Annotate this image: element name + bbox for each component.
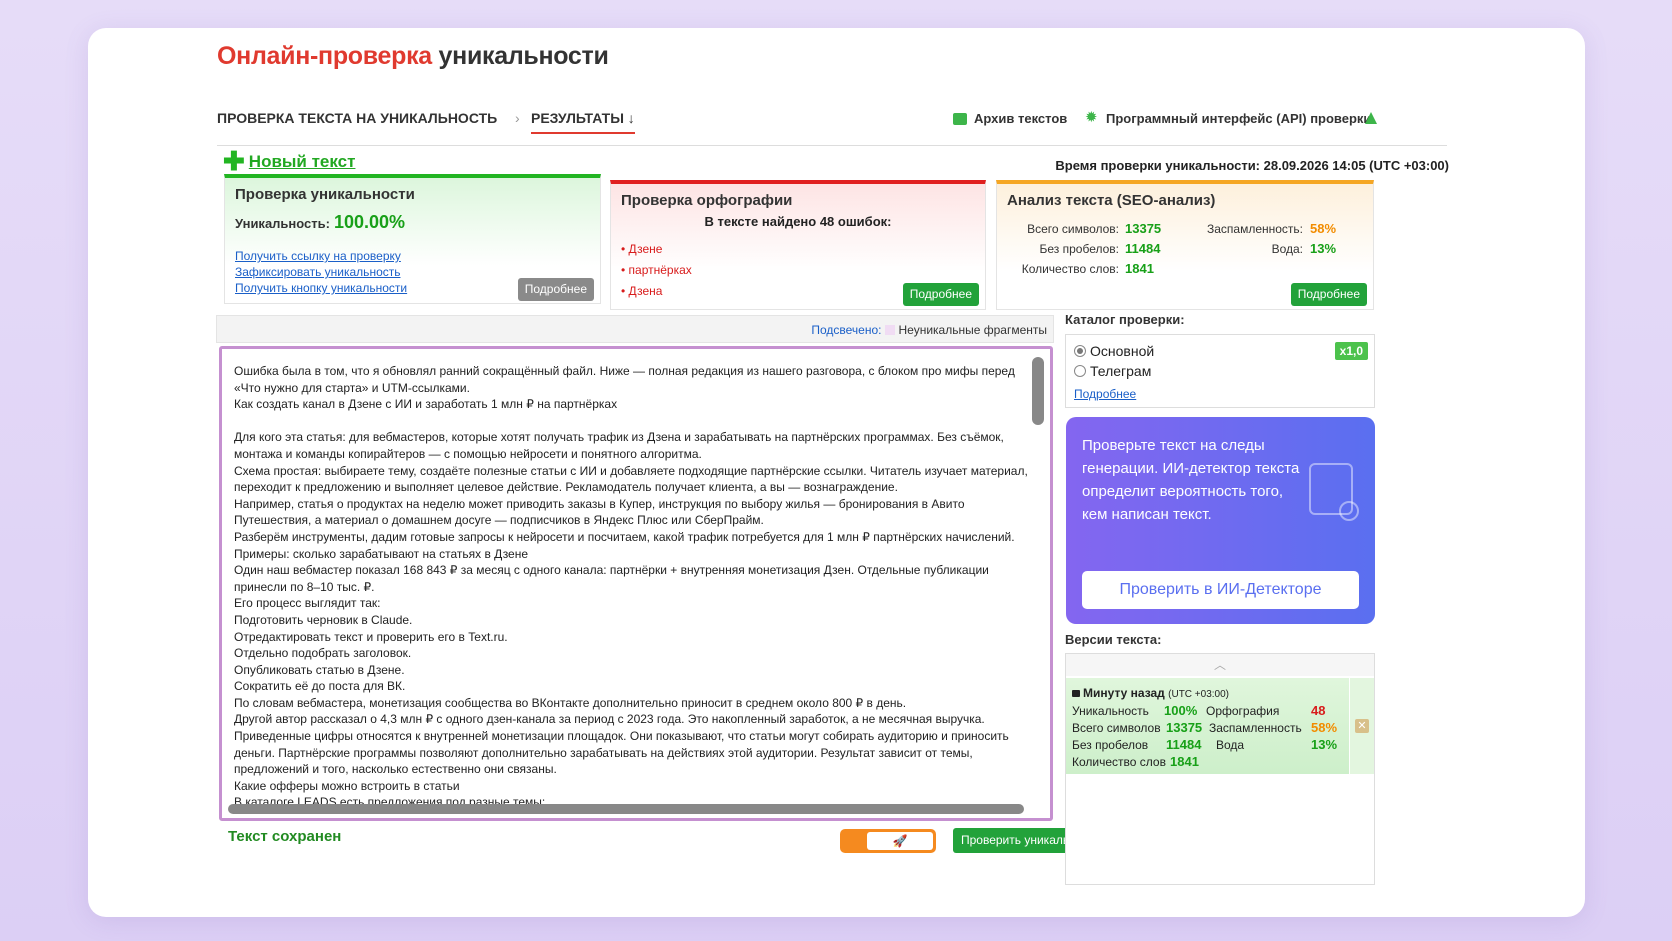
lock-icon (1072, 690, 1080, 697)
catalog-box: Основной Телеграм x1,0 Подробнее (1065, 334, 1375, 408)
seo-panel: Анализ текста (SEO-анализ) Всего символо… (996, 180, 1374, 310)
main-card: Онлайн-проверка уникальности ПРОВЕРКА ТЕ… (88, 28, 1585, 917)
breadcrumb-separator: › (515, 110, 520, 126)
spelling-more-button[interactable]: Подробнее (902, 283, 979, 306)
legend-swatch (885, 325, 896, 335)
highlight-legend: Подсвечено: Неуникальные фрагменты (811, 323, 1047, 337)
version-item[interactable]: Минуту назад (UTC +03:00) Уникальность 1… (1066, 678, 1349, 774)
version-time: Минуту назад (UTC +03:00) (1072, 686, 1229, 700)
check-time: Время проверки уникальности: 28.09.2026 … (1055, 158, 1449, 173)
seo-total-label: Всего символов: (1027, 222, 1119, 236)
editor-text[interactable]: Ошибка была в том, что я обновлял ранний… (234, 363, 1034, 811)
ai-detector-button[interactable]: Проверить в ИИ-Детекторе (1082, 571, 1359, 609)
vertical-scrollbar[interactable] (1032, 357, 1044, 425)
page-title: Онлайн-проверка уникальности (217, 42, 609, 70)
rocket-icon: 🚀 (867, 832, 933, 850)
seo-spam-value: 58% (1310, 221, 1337, 236)
catalog-more-link[interactable]: Подробнее (1074, 387, 1136, 401)
editor-header: Подсвечено: Неуникальные фрагменты (216, 315, 1054, 343)
radio-dot (1074, 365, 1086, 377)
spelling-error[interactable]: Дзене (621, 242, 663, 256)
seo-title: Анализ текста (SEO-анализ) (1007, 192, 1216, 209)
radio-main[interactable]: Основной (1074, 343, 1154, 359)
new-text-link[interactable]: ✚ Новый текст (223, 146, 355, 177)
archive-icon (953, 113, 967, 125)
seo-words-label: Количество слов: (1021, 262, 1119, 276)
uniqueness-value: 100.00% (333, 212, 406, 232)
uniqueness-result: Уникальность: 100.00% (235, 212, 406, 232)
uniqueness-panel: Проверка уникальности Уникальность: 100.0… (224, 174, 601, 304)
version-actions: ✕ (1350, 678, 1374, 774)
archive-link[interactable]: Архив текстов (974, 111, 1067, 126)
uniqueness-title: Проверка уникальности (235, 186, 415, 203)
horizontal-scrollbar[interactable] (228, 804, 1024, 814)
text-editor[interactable]: Ошибка была в том, что я обновлял ранний… (219, 346, 1053, 821)
document-search-icon (1309, 463, 1359, 521)
gear-icon: ✹ (1085, 109, 1098, 126)
spelling-error[interactable]: партнёрках (621, 263, 692, 277)
api-link[interactable]: Программный интерфейс (API) проверки (1106, 111, 1371, 126)
spelling-title: Проверка орфографии (621, 192, 793, 209)
delete-version-icon[interactable]: ✕ (1355, 719, 1369, 733)
versions-box: ︿ Минуту назад (UTC +03:00) Уникальность… (1065, 653, 1375, 885)
spelling-panel: Проверка орфографии В тексте найдено 48 … (610, 180, 986, 310)
get-button-link[interactable]: Получить кнопку уникальности (235, 281, 407, 295)
spelling-error[interactable]: Дзена (621, 284, 663, 298)
saved-status: Текст сохранен (228, 828, 342, 845)
catalog-label: Каталог проверки: (1065, 312, 1185, 327)
radio-dot (1074, 345, 1086, 357)
ai-detector-promo: Проверьте текст на следы генерации. ИИ-д… (1066, 417, 1375, 624)
flask-icon[interactable] (1365, 112, 1377, 124)
versions-label: Версии текста: (1065, 632, 1162, 647)
chevron-up-icon[interactable]: ︿ (1066, 654, 1374, 676)
spelling-summary: В тексте найдено 48 ошибок: (704, 214, 892, 229)
seo-water-value: 13% (1310, 241, 1337, 256)
breadcrumb-results[interactable]: РЕЗУЛЬТАТЫ ↓ (531, 110, 635, 134)
seo-nospace-label: Без пробелов: (1039, 242, 1120, 256)
seo-water-label: Вода: (1271, 242, 1303, 256)
promo-text: Проверьте текст на следы генерации. ИИ-д… (1082, 437, 1300, 523)
get-link-link[interactable]: Получить ссылку на проверку (235, 249, 401, 263)
breadcrumb-check-text[interactable]: ПРОВЕРКА ТЕКСТА НА УНИКАЛЬНОСТЬ (217, 110, 497, 126)
multiplier-badge: x1,0 (1334, 342, 1368, 360)
seo-nospace-value: 11484 (1125, 241, 1161, 256)
plus-icon: ✚ (223, 146, 245, 176)
top-nav: ПРОВЕРКА ТЕКСТА НА УНИКАЛЬНОСТЬ › РЕЗУЛЬ… (217, 110, 1447, 146)
seo-total-value: 13375 (1125, 221, 1162, 236)
fix-uniqueness-link[interactable]: Зафиксировать уникальность (235, 265, 401, 279)
turbo-toggle[interactable]: 🚀 (840, 829, 936, 853)
seo-more-button[interactable]: Подробнее (1290, 283, 1367, 306)
seo-words-value: 1841 (1125, 261, 1154, 276)
uniqueness-more-button[interactable]: Подробнее (517, 278, 594, 301)
seo-spam-label: Заспамленность: (1206, 222, 1303, 236)
radio-telegram[interactable]: Телеграм (1074, 363, 1151, 379)
